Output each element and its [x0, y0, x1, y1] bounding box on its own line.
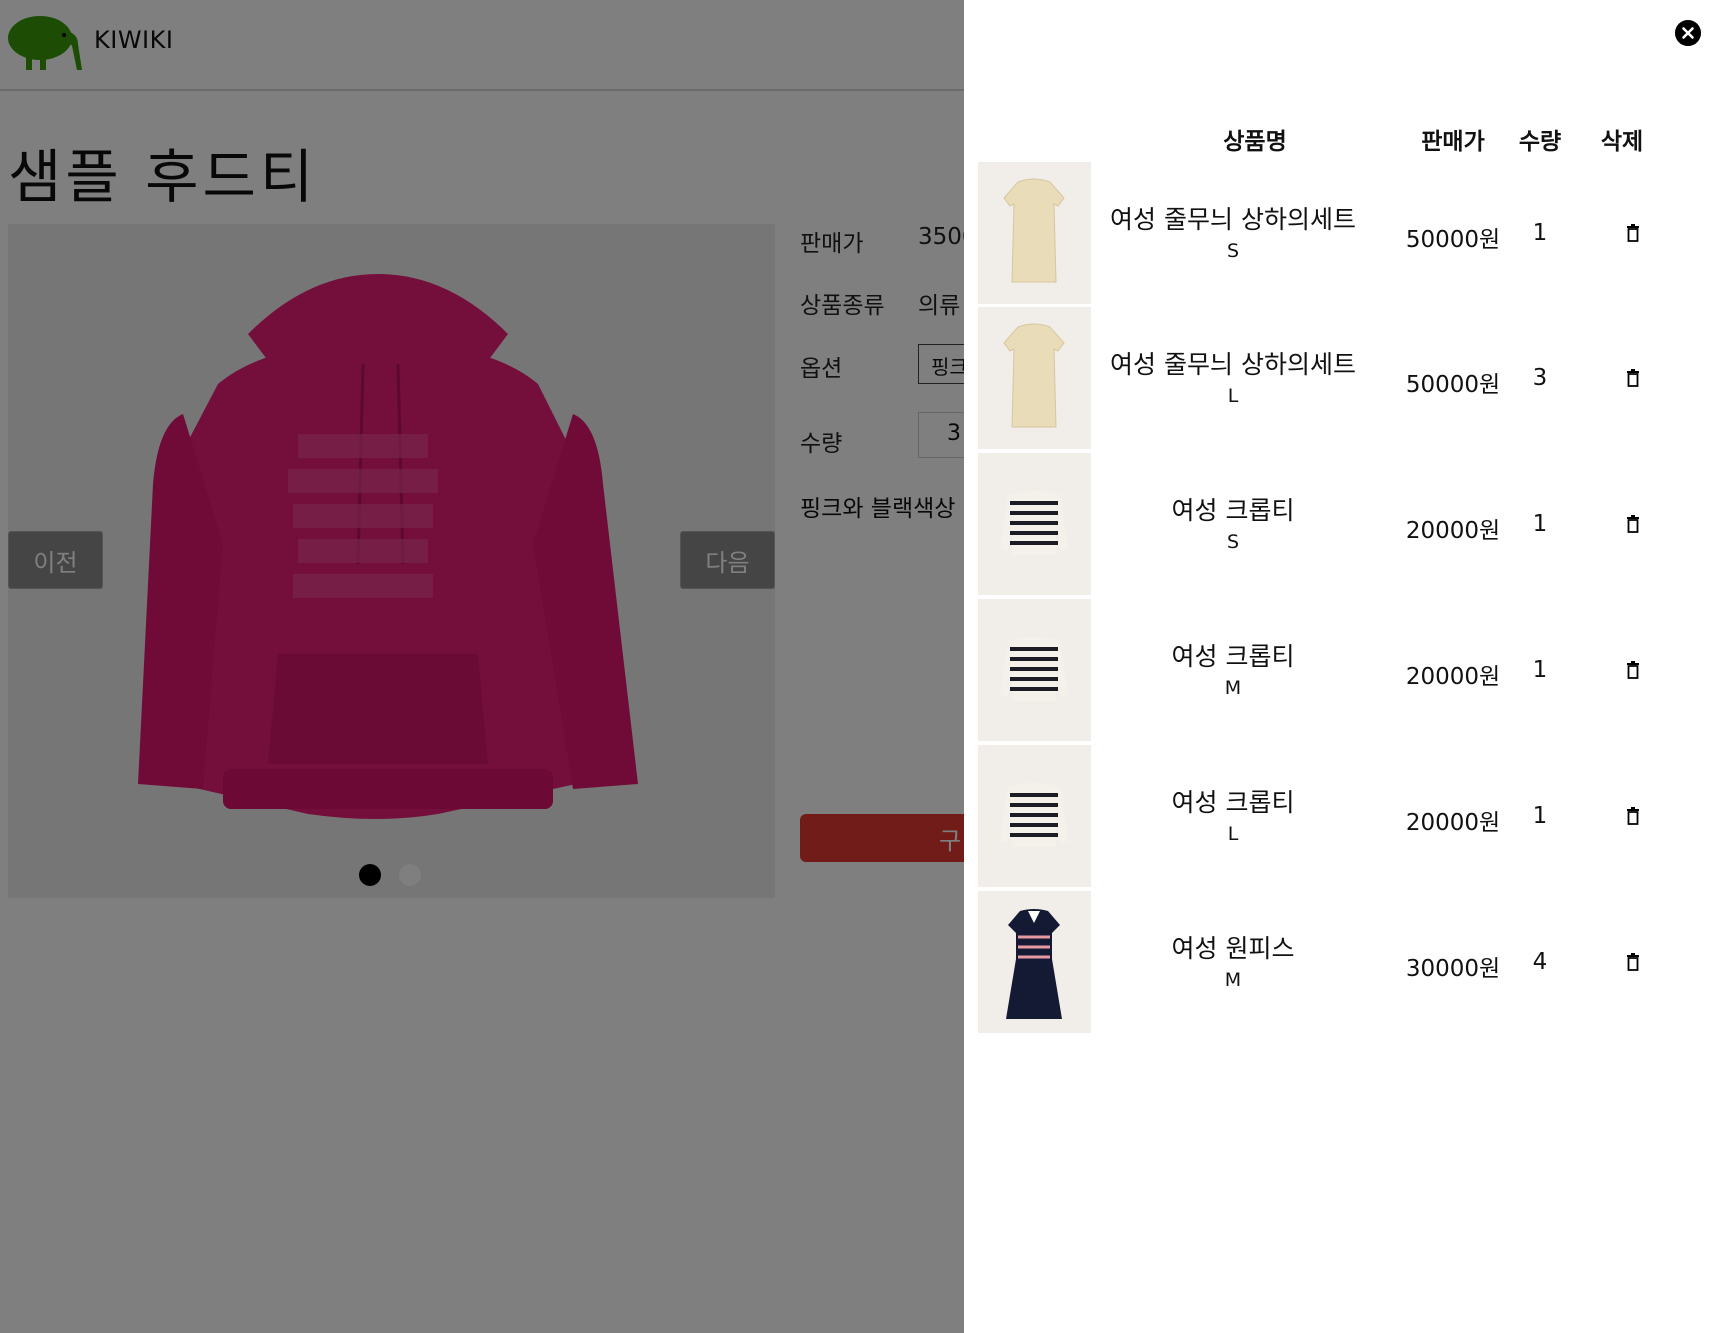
item-name: 여성 크롭티: [1171, 788, 1295, 817]
header-price: 판매가: [1421, 129, 1485, 155]
item-name: 여성 줄무늬 상하의세트: [1110, 205, 1356, 234]
item-size: L: [1227, 385, 1239, 407]
item-qty: 3: [1532, 365, 1548, 391]
item-qty: 4: [1532, 949, 1548, 975]
trash-icon[interactable]: [1626, 953, 1640, 971]
modal-backdrop[interactable]: [0, 0, 964, 1333]
item-price: 30000원: [1405, 956, 1501, 982]
header-delete: 삭제: [1600, 129, 1644, 155]
cart-row: 여성 크롭티 M 20000원 1: [978, 599, 1698, 741]
item-qty: 1: [1532, 220, 1548, 246]
trash-icon[interactable]: [1626, 224, 1640, 242]
item-size: S: [1226, 531, 1240, 553]
tweed-dress-icon: [978, 307, 1091, 449]
item-name: 여성 크롭티: [1171, 496, 1295, 525]
item-price: 20000원: [1405, 518, 1501, 544]
item-qty: 1: [1532, 511, 1548, 537]
trash-icon[interactable]: [1626, 369, 1640, 387]
item-size: M: [1224, 969, 1242, 991]
item-price: 50000원: [1405, 227, 1501, 253]
item-size: L: [1227, 823, 1239, 845]
navy-dress-icon: [978, 891, 1091, 1033]
item-qty: 1: [1532, 803, 1548, 829]
striped-crop-top-icon: [978, 745, 1091, 887]
cart-drawer: 상품명 판매가 수량 삭제 여성 줄무늬 상하의세트 S 50000원 1 여성…: [964, 0, 1714, 1333]
cart-row: 여성 줄무늬 상하의세트 L 50000원 3: [978, 307, 1698, 449]
item-name: 여성 원피스: [1171, 934, 1295, 963]
header-qty: 수량: [1518, 129, 1562, 155]
item-name: 여성 줄무늬 상하의세트: [1110, 350, 1356, 379]
item-size: S: [1226, 240, 1240, 262]
cart-row: 여성 크롭티 S 20000원 1: [978, 453, 1698, 595]
item-qty: 1: [1532, 657, 1548, 683]
cart-row: 여성 줄무늬 상하의세트 S 50000원 1: [978, 162, 1698, 304]
close-icon[interactable]: [1675, 20, 1701, 46]
striped-crop-top-icon: [978, 599, 1091, 741]
item-name: 여성 크롭티: [1171, 642, 1295, 671]
trash-icon[interactable]: [1626, 661, 1640, 679]
item-price: 20000원: [1405, 664, 1501, 690]
item-price: 50000원: [1405, 372, 1501, 398]
striped-crop-top-icon: [978, 453, 1091, 595]
cart-row: 여성 원피스 M 30000원 4: [978, 891, 1698, 1033]
cart-row: 여성 크롭티 L 20000원 1: [978, 745, 1698, 887]
trash-icon[interactable]: [1626, 807, 1640, 825]
tweed-dress-icon: [978, 162, 1091, 304]
trash-icon[interactable]: [1626, 515, 1640, 533]
item-size: M: [1224, 677, 1242, 699]
item-price: 20000원: [1405, 810, 1501, 836]
header-name: 상품명: [1223, 129, 1287, 155]
